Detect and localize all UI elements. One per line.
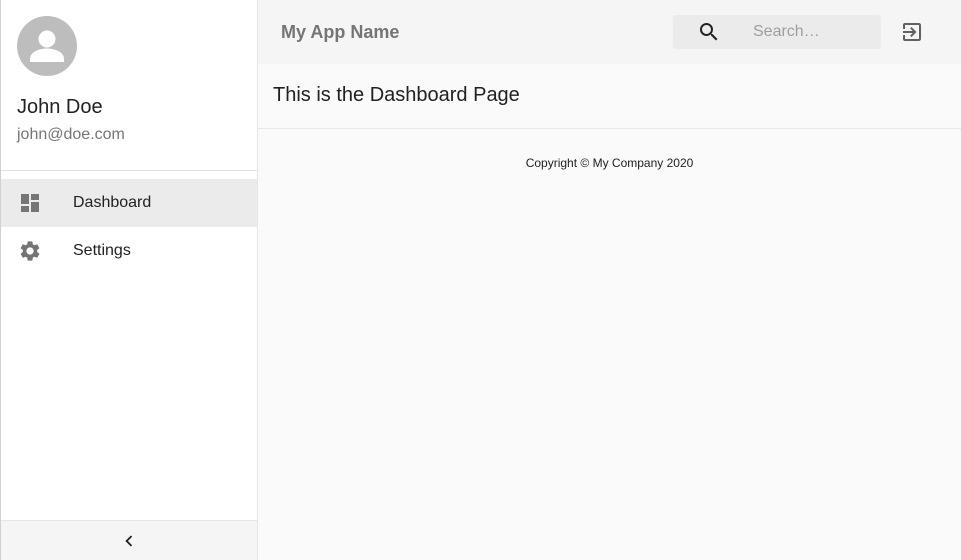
avatar[interactable] xyxy=(17,16,77,76)
app-root: John Doe john@doe.com Dashboard Settings… xyxy=(0,0,961,560)
app-header: My App Name xyxy=(258,0,961,64)
sidebar-item-settings[interactable]: Settings xyxy=(1,227,257,275)
search-icon[interactable] xyxy=(697,20,721,44)
user-email: john@doe.com xyxy=(17,126,125,143)
person-icon xyxy=(30,30,64,62)
logout-button[interactable] xyxy=(900,20,924,44)
chevron-left-icon xyxy=(125,535,133,546)
sidebar-item-label: Settings xyxy=(73,242,131,259)
sidebar-nav: Dashboard Settings xyxy=(1,179,257,275)
user-name: John Doe xyxy=(17,96,103,118)
dashboard-icon xyxy=(18,191,42,215)
logout-icon xyxy=(903,23,921,41)
sidebar-item-label: Dashboard xyxy=(73,194,152,211)
page-title: This is the Dashboard Page xyxy=(273,84,520,106)
copyright-text: Copyright © My Company 2020 xyxy=(525,156,694,170)
sidebar-item-dashboard[interactable]: Dashboard xyxy=(1,179,257,227)
sidebar-collapse-button[interactable] xyxy=(1,520,257,560)
app-title: My App Name xyxy=(281,22,400,42)
search-input[interactable] xyxy=(753,15,873,49)
user-profile: John Doe john@doe.com xyxy=(1,0,257,171)
search-box[interactable] xyxy=(673,15,881,49)
sidebar: John Doe john@doe.com Dashboard Settings xyxy=(0,0,258,560)
page-heading-bar: This is the Dashboard Page xyxy=(258,64,961,129)
gear-icon xyxy=(18,239,42,263)
